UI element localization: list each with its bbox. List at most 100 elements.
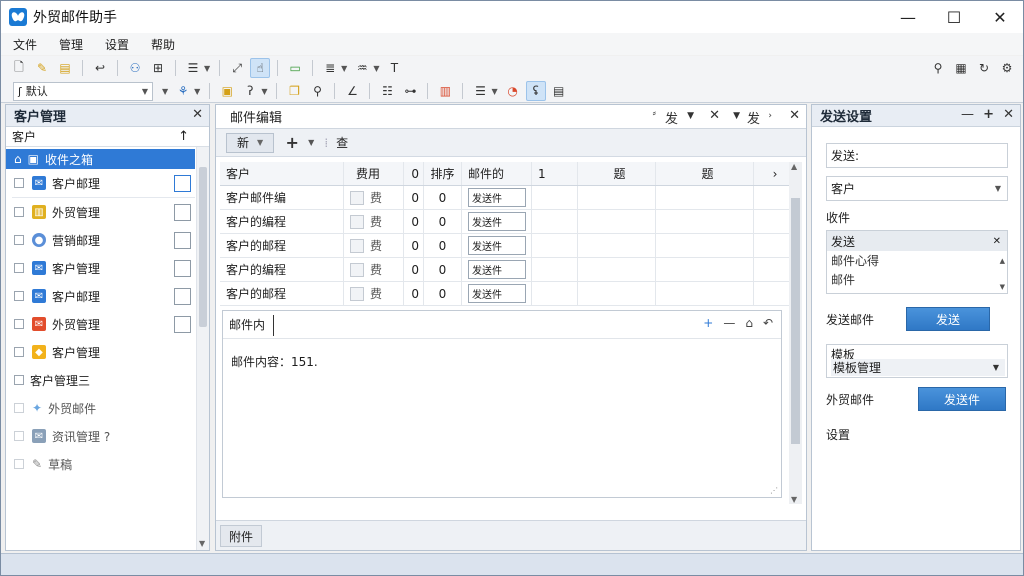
close-icon[interactable]: ✕ xyxy=(1003,107,1014,122)
item-flag-box[interactable] xyxy=(174,231,191,249)
color-icon[interactable]: ◔ xyxy=(503,81,523,101)
chevron-right-icon[interactable]: › xyxy=(768,111,772,121)
tree-item[interactable]: ✉ 客户邮理 xyxy=(6,282,209,310)
sender-input[interactable]: 发送: xyxy=(826,143,1008,168)
scroll-thumb[interactable] xyxy=(791,198,800,444)
pointer-icon[interactable]: ☝ xyxy=(250,58,271,78)
share-icon[interactable]: ⚘ xyxy=(173,81,193,101)
tree-item[interactable]: ✦ 外贸邮件 xyxy=(6,394,209,422)
row-checkbox[interactable] xyxy=(350,262,364,277)
tab-attachments[interactable]: 附件 xyxy=(220,525,263,547)
refresh-icon[interactable]: ↻ xyxy=(974,58,994,78)
settings-icon[interactable]: ⚙ xyxy=(997,58,1017,78)
menu-help[interactable]: 帮助 xyxy=(139,36,185,53)
close-icon[interactable]: ✕ xyxy=(192,107,203,122)
chevron-down-icon[interactable]: ▼ xyxy=(261,87,267,96)
highlight-icon[interactable]: ʢ xyxy=(525,81,546,101)
chevron-down-icon[interactable]: ▼ xyxy=(162,87,168,96)
row-field[interactable]: 发送件 xyxy=(468,260,526,279)
add-icon[interactable]: + xyxy=(282,133,302,153)
list-icon[interactable]: ☰ xyxy=(183,58,203,78)
image-icon[interactable]: ▤ xyxy=(549,81,569,101)
row-checkbox[interactable] xyxy=(350,214,364,229)
chevron-down-icon[interactable]: ▼ xyxy=(308,138,314,147)
column-header[interactable]: 邮件的 xyxy=(462,162,532,185)
search-icon[interactable]: ⚲ xyxy=(307,81,327,101)
column-header[interactable]: 费用 xyxy=(344,162,404,185)
chevron-down-icon[interactable]: ▼ xyxy=(204,64,210,73)
close-icon[interactable]: ✕ xyxy=(789,108,800,123)
row-field[interactable]: 发送件 xyxy=(468,236,526,255)
chevron-down-icon[interactable]: ▼ xyxy=(341,64,347,73)
align-icon[interactable]: ☰ xyxy=(470,81,490,101)
row-checkbox[interactable] xyxy=(350,238,364,253)
item-flag-box[interactable] xyxy=(174,174,191,192)
column-header[interactable]: 排序 xyxy=(424,162,462,185)
layout-icon[interactable]: ▦ xyxy=(951,58,971,78)
item-checkbox[interactable] xyxy=(14,375,24,385)
columns-icon[interactable]: ▥ xyxy=(435,81,455,101)
chevron-down-icon[interactable]: ▼ xyxy=(373,64,379,73)
grid-scrollbar[interactable]: ▲ ▼ xyxy=(789,162,802,504)
sort-up-icon[interactable]: ↑ xyxy=(178,129,189,144)
item-checkbox[interactable] xyxy=(14,459,24,469)
list-item[interactable]: 邮件 xyxy=(827,270,1007,289)
tree-item[interactable]: ▥ 外贸管理 xyxy=(6,198,209,226)
menu-manage[interactable]: 管理 xyxy=(47,36,93,53)
pin-icon[interactable]: ⸗ xyxy=(653,108,656,119)
item-checkbox[interactable] xyxy=(14,431,24,441)
contact-icon[interactable]: ⚇ xyxy=(125,58,145,78)
item-checkbox[interactable] xyxy=(14,207,24,217)
menu-file[interactable]: 文件 xyxy=(1,36,47,53)
pen-icon[interactable]: ʔ xyxy=(240,81,260,101)
column-header[interactable]: 1 xyxy=(532,162,578,185)
angle-icon[interactable]: ∠ xyxy=(342,81,362,101)
template-select[interactable]: 模板管理 ▼ xyxy=(831,359,1005,376)
row-checkbox[interactable] xyxy=(350,190,364,205)
item-checkbox[interactable] xyxy=(14,347,24,357)
item-flag-box[interactable] xyxy=(174,259,191,277)
chevron-down-icon[interactable]: ▼ xyxy=(791,495,797,504)
chevron-up-icon[interactable]: ▲ xyxy=(791,162,797,171)
send-button[interactable]: 发送 xyxy=(906,307,990,331)
save-icon[interactable]: ▣ xyxy=(217,81,237,101)
tree-item[interactable]: 客户管理三 xyxy=(6,366,209,394)
column-header[interactable]: 客户 xyxy=(220,162,344,185)
tree-item-inbox[interactable]: ⌂ ▣ 收件之箱 xyxy=(6,149,195,169)
maximize-icon[interactable]: ☐ xyxy=(931,1,977,33)
folder-icon[interactable]: ▤ xyxy=(55,58,75,78)
add-icon[interactable]: + xyxy=(703,316,713,330)
customer-column-header[interactable]: 客户 ↑ xyxy=(6,127,209,147)
minimize-icon[interactable]: — xyxy=(961,107,974,122)
chevron-down-icon[interactable]: ▼ xyxy=(491,87,497,96)
query-label[interactable]: 查 xyxy=(336,134,348,151)
chevron-down-icon[interactable]: ▼ xyxy=(687,111,694,121)
chevron-down-icon[interactable]: ▼ xyxy=(199,539,205,548)
reply-icon[interactable]: ↩ xyxy=(90,58,110,78)
item-checkbox[interactable] xyxy=(14,178,24,188)
row-field[interactable]: 发送件 xyxy=(468,284,526,303)
style-icon[interactable]: ♒ xyxy=(352,58,372,78)
item-checkbox[interactable] xyxy=(14,291,24,301)
table-row[interactable]: 客户的编程 费 0 0 发送件 xyxy=(220,258,790,282)
resize-grip-icon[interactable]: ⋰ xyxy=(770,486,778,495)
new-file-icon[interactable]: 🗋 xyxy=(9,58,29,78)
add-icon[interactable]: + xyxy=(983,107,994,122)
row-field[interactable]: 发送件 xyxy=(468,212,526,231)
table-row[interactable]: 客户的编程 费 0 0 发送件 xyxy=(220,210,790,234)
undo-icon[interactable]: ↶ xyxy=(763,316,773,330)
list-item[interactable]: 邮件心得 xyxy=(827,251,1007,270)
menu-settings[interactable]: 设置 xyxy=(93,36,139,53)
close-icon[interactable]: ✕ xyxy=(977,1,1023,33)
column-header[interactable]: 题 xyxy=(656,162,754,185)
table-row[interactable]: 客户邮件编 费 0 0 发送件 xyxy=(220,186,790,210)
close-icon[interactable]: ✕ xyxy=(993,236,1001,247)
tree-item[interactable]: ✉ 资讯管理 ? xyxy=(6,422,209,450)
left-scrollbar[interactable]: ▼ xyxy=(196,147,209,550)
chevron-down-icon[interactable]: ▼ xyxy=(733,111,740,121)
scroll-thumb[interactable] xyxy=(199,167,207,327)
item-checkbox[interactable] xyxy=(14,235,24,245)
chevron-right-icon[interactable]: › xyxy=(754,162,790,185)
tab-send[interactable]: 发 xyxy=(665,108,678,127)
minus-icon[interactable]: — xyxy=(723,316,735,330)
